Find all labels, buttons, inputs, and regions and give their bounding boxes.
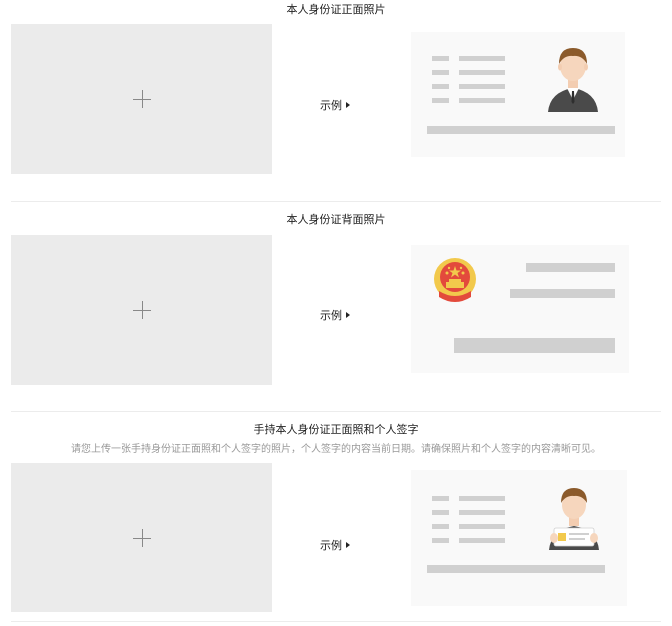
triangle-right-icon bbox=[346, 542, 350, 548]
example-id-back-image bbox=[411, 245, 629, 373]
example-link[interactable]: 示例 bbox=[320, 307, 350, 323]
id-front-section: 本人身份证正面照片 示例 bbox=[0, 0, 672, 200]
triangle-right-icon bbox=[346, 312, 350, 318]
section-hint: 请您上传一张手持身份证正面照和个人签字的照片，个人签字的内容当前日期。请确保照片… bbox=[71, 444, 601, 455]
example-handheld-id-image bbox=[411, 470, 627, 606]
person-holding-id-icon bbox=[549, 488, 599, 550]
id-back-section: 本人身份证背面照片 示例 bbox=[0, 210, 672, 410]
section-title: 本人身份证背面照片 bbox=[286, 213, 386, 226]
section-title: 本人身份证正面照片 bbox=[286, 3, 386, 16]
example-label: 示例 bbox=[320, 539, 342, 552]
upload-id-back-button[interactable] bbox=[11, 235, 272, 385]
triangle-right-icon bbox=[346, 102, 350, 108]
example-link[interactable]: 示例 bbox=[320, 97, 350, 113]
example-link[interactable]: 示例 bbox=[320, 537, 350, 553]
example-id-front-image bbox=[411, 32, 625, 157]
section-divider bbox=[11, 201, 661, 202]
national-emblem-icon bbox=[434, 258, 476, 302]
section-divider bbox=[11, 621, 661, 622]
id-handheld-section: 手持本人身份证正面照和个人签字 请您上传一张手持身份证正面照和个人签字的照片，个… bbox=[0, 420, 672, 620]
upload-id-front-button[interactable] bbox=[11, 24, 272, 174]
example-label: 示例 bbox=[320, 309, 342, 322]
example-label: 示例 bbox=[320, 99, 342, 112]
section-divider bbox=[11, 411, 661, 412]
upload-handheld-id-button[interactable] bbox=[11, 463, 272, 612]
section-title: 手持本人身份证正面照和个人签字 bbox=[253, 423, 419, 436]
person-avatar-icon bbox=[548, 48, 598, 112]
